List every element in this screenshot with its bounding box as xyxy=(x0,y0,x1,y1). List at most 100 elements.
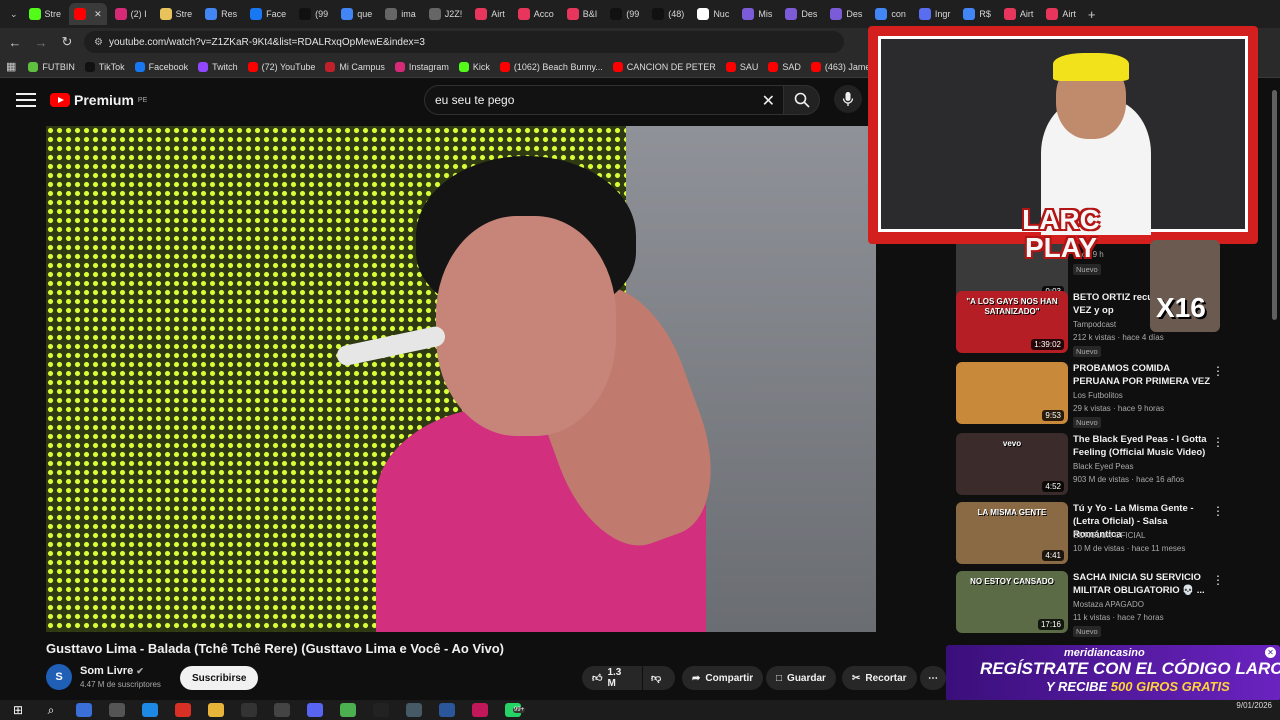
apps-grid-icon[interactable]: ▦ xyxy=(6,60,16,73)
browser-tab[interactable]: (48) xyxy=(647,3,689,25)
new-tab-icon[interactable]: + xyxy=(1088,7,1096,22)
sidebar-scrollbar[interactable] xyxy=(1272,90,1277,320)
video-thumbnail[interactable]: "A LOS GAYS NOS HAN SATANIZADO" 1:39:02 xyxy=(956,291,1068,353)
menu-icon[interactable] xyxy=(16,93,36,107)
browser-tab[interactable]: Face xyxy=(245,3,291,25)
youtube-logo[interactable]: Premium PE xyxy=(50,92,147,108)
recommended-video[interactable]: NO ESTOY CANSADO 17:16 SACHA INICIA SU SER… xyxy=(956,571,1276,637)
files-icon[interactable] xyxy=(208,703,224,717)
app-pink-icon[interactable] xyxy=(472,703,488,717)
recommended-video[interactable]: LA MISMA GENTE 4:41 Tú y Yo - La Misma Gen… xyxy=(956,502,1276,568)
more-options-icon[interactable]: ⋮ xyxy=(1212,364,1224,378)
edge-icon[interactable] xyxy=(142,703,158,717)
more-options-icon[interactable]: ⋮ xyxy=(1212,573,1224,587)
browser-tab[interactable]: Des xyxy=(825,3,867,25)
recommended-channel[interactable]: SONOLUX OFICIAL xyxy=(1073,531,1145,540)
browser-tab[interactable]: Mis xyxy=(737,3,777,25)
more-actions-button[interactable]: ⋯ xyxy=(920,666,946,690)
search-icon[interactable]: ⌕ xyxy=(43,703,59,717)
clear-search-icon[interactable]: ✕ xyxy=(762,91,775,111)
recommended-channel[interactable]: Mostaza APAGADO xyxy=(1073,600,1144,609)
bookmark-item[interactable]: CANCION DE PETER xyxy=(612,61,716,72)
browser-tab[interactable]: Ingr xyxy=(914,3,956,25)
browser-tab[interactable]: ima xyxy=(380,3,421,25)
dislike-button[interactable]: 👎︎ xyxy=(643,666,675,690)
recommended-video[interactable]: "A LOS GAYS NOS HAN SATANIZADO" 1:39:02 BE… xyxy=(956,291,1276,357)
video-thumbnail[interactable]: vevo 4:52 xyxy=(956,433,1068,495)
recommended-video[interactable]: vevo 4:52 The Black Eyed Peas - I Gotta Fe… xyxy=(956,433,1276,499)
bookmark-item[interactable]: FUTBIN xyxy=(28,61,75,72)
browser-tab[interactable]: Des xyxy=(780,3,822,25)
browser-tab[interactable]: J2Z! xyxy=(424,3,468,25)
app-red-icon[interactable] xyxy=(175,703,191,717)
video-thumbnail[interactable]: NO ESTOY CANSADO 17:16 xyxy=(956,571,1068,633)
bookmark-item[interactable]: Twitch xyxy=(198,61,238,72)
browser-tab[interactable]: Airt xyxy=(999,3,1039,25)
video-thumbnail[interactable]: LA MISMA GENTE 4:41 xyxy=(956,502,1068,564)
bookmark-item[interactable]: TikTok xyxy=(84,61,125,72)
bookmark-item[interactable]: SAD xyxy=(768,61,801,72)
recommended-title[interactable]: PROBAMOS COMIDA PERUANA POR PRIMERA VEZ xyxy=(1073,362,1211,388)
bookmark-item[interactable]: Mi Campus xyxy=(325,61,385,72)
browser-tab[interactable]: Airt xyxy=(470,3,510,25)
recommended-channel[interactable]: Los Futbolitos xyxy=(1073,391,1123,400)
chrome-icon[interactable] xyxy=(340,703,356,717)
recommended-video[interactable]: 9:53 PROBAMOS COMIDA PERUANA POR PRIMERA … xyxy=(956,362,1276,428)
back-icon[interactable]: ← xyxy=(4,31,26,53)
search-button[interactable] xyxy=(784,85,820,115)
phone-icon[interactable] xyxy=(274,703,290,717)
whatsapp-icon[interactable]: 99+ xyxy=(505,703,526,717)
close-icon[interactable]: ✕ xyxy=(1265,647,1276,658)
close-tab-icon[interactable]: ✕ xyxy=(94,9,102,20)
discord-icon[interactable] xyxy=(307,703,323,717)
epic-icon[interactable] xyxy=(241,703,257,717)
recommended-channel[interactable]: Black Eyed Peas xyxy=(1073,462,1133,471)
tab-search-icon[interactable]: ⌄ xyxy=(10,9,18,20)
address-bar[interactable]: ⚙ youtube.com/watch?v=Z1ZKaR-9Kt4&list=R… xyxy=(84,31,844,53)
bookmark-item[interactable]: (1062) Beach Bunny... xyxy=(499,61,603,72)
obs-icon[interactable] xyxy=(373,703,389,717)
browser-tab[interactable]: Acco xyxy=(513,3,559,25)
channel-avatar[interactable]: S xyxy=(46,664,72,690)
browser-tab[interactable]: Airt xyxy=(1041,3,1081,25)
browser-tab[interactable]: con xyxy=(870,3,911,25)
recommended-title[interactable]: SACHA INICIA SU SERVICIO MILITAR OBLIGAT… xyxy=(1073,571,1211,597)
taskbar-clock[interactable]: 9/01/2026 xyxy=(1236,701,1272,710)
browser-tab[interactable]: ✕ xyxy=(69,3,107,25)
bookmark-item[interactable]: Instagram xyxy=(394,61,449,72)
video-player[interactable] xyxy=(46,126,876,632)
bookmark-item[interactable]: Facebook xyxy=(134,61,188,72)
browser-tab[interactable]: Stre xyxy=(24,3,67,25)
browser-tab[interactable]: que xyxy=(336,3,377,25)
browser-tab[interactable]: (2) I xyxy=(110,3,152,25)
browser-tab[interactable]: (99 xyxy=(605,3,644,25)
voice-search-button[interactable] xyxy=(834,85,862,113)
clip-button[interactable]: ✂ Recortar xyxy=(842,666,917,690)
more-options-icon[interactable]: ⋮ xyxy=(1212,504,1224,518)
word-icon[interactable] xyxy=(439,703,455,717)
app-icon[interactable] xyxy=(109,703,125,717)
search-input[interactable]: eu seu te pego ✕ xyxy=(424,85,784,115)
site-info-icon[interactable]: ⚙ xyxy=(94,37,103,48)
browser-tab[interactable]: B&I xyxy=(562,3,603,25)
save-button[interactable]: □ Guardar xyxy=(766,666,836,690)
channel-name[interactable]: Som Livre ✔ xyxy=(80,665,144,677)
like-button[interactable]: 👍︎ 1.3 M xyxy=(582,666,642,690)
browser-tab[interactable]: Stre xyxy=(155,3,198,25)
recommended-title[interactable]: The Black Eyed Peas - I Gotta Feeling (O… xyxy=(1073,433,1211,459)
recommended-channel[interactable]: Tampodcast xyxy=(1073,320,1116,329)
more-options-icon[interactable]: ⋮ xyxy=(1212,435,1224,449)
browser-tab[interactable]: Nuc xyxy=(692,3,734,25)
video-thumbnail[interactable]: 9:53 xyxy=(956,362,1068,424)
share-button[interactable]: ➦ Compartir xyxy=(682,666,764,690)
browser-tab[interactable]: (99 xyxy=(294,3,333,25)
bookmark-item[interactable]: SAU xyxy=(725,61,758,72)
bookmark-item[interactable]: (72) YouTube xyxy=(247,61,315,72)
store-icon[interactable] xyxy=(76,703,92,717)
bookmark-item[interactable]: Kick xyxy=(458,61,490,72)
reload-icon[interactable]: ↻ xyxy=(56,31,78,53)
browser-tab[interactable]: R$ xyxy=(958,3,996,25)
subscribe-button[interactable]: Suscribirse xyxy=(180,666,259,690)
browser-tab[interactable]: Res xyxy=(200,3,242,25)
windows-icon[interactable]: ⊞ xyxy=(10,703,26,717)
